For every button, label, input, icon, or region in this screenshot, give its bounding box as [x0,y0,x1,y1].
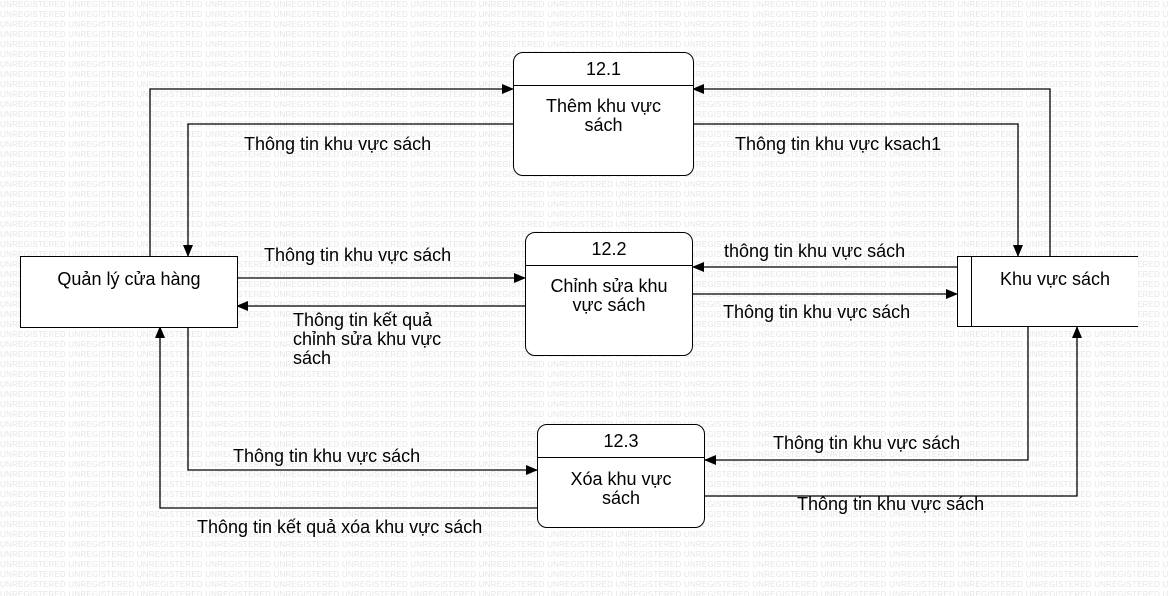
external-entity-label: Quản lý cửa hàng [57,269,201,289]
flow-label-qlch-to-edit: Thông tin khu vực sách [264,245,452,265]
data-store-label: Khu vực sách [999,269,1111,289]
flow-label-edit-to-store: Thông tin khu vực sách [723,302,911,322]
process-id: 12.2 [526,233,692,266]
flow-store-to-add [692,84,1051,256]
flow-qlch-to-add [149,84,514,256]
process-name: Chỉnh sửa khu vực sách [550,276,668,315]
flow-label-add-to-qlch: Thông tin khu vực sách [244,134,432,154]
flow-label-add-to-store: Thông tin khu vực ksach1 [735,134,942,154]
external-entity-quan-ly-cua-hang[interactable]: Quản lý cửa hàng [20,256,238,328]
flow-label-delete-to-store: Thông tin khu vực sách [797,494,985,514]
process-id: 12.1 [514,53,693,86]
data-store-khu-vuc-sach[interactable]: Khu vực sách [957,256,1138,327]
flow-delete-to-store [705,326,1082,497]
process-id: 12.3 [538,425,704,458]
flow-label-qlch-to-delete: Thông tin khu vực sách [233,446,421,466]
flow-label-delete-to-qlch: Thông tin kết quả xóa khu vực sách [197,517,483,537]
flow-label-edit-to-qlch: Thông tin kết quả chỉnh sửa khu vực sách [293,310,442,368]
flow-label-store-to-delete: Thông tin khu vực sách [773,433,961,453]
process-them-khu-vuc-sach[interactable]: 12.1 Thêm khu vực sách [513,52,694,176]
flow-label-store-to-edit: thông tin khu vực sách [724,241,906,261]
process-name: Thêm khu vực sách [545,96,662,135]
data-store-divider [971,257,972,326]
process-chinh-sua-khu-vuc-sach[interactable]: 12.2 Chỉnh sửa khu vực sách [525,232,693,356]
process-xoa-khu-vuc-sach[interactable]: 12.3 Xóa khu vực sách [537,424,705,528]
process-name: Xóa khu vực sách [570,469,672,508]
